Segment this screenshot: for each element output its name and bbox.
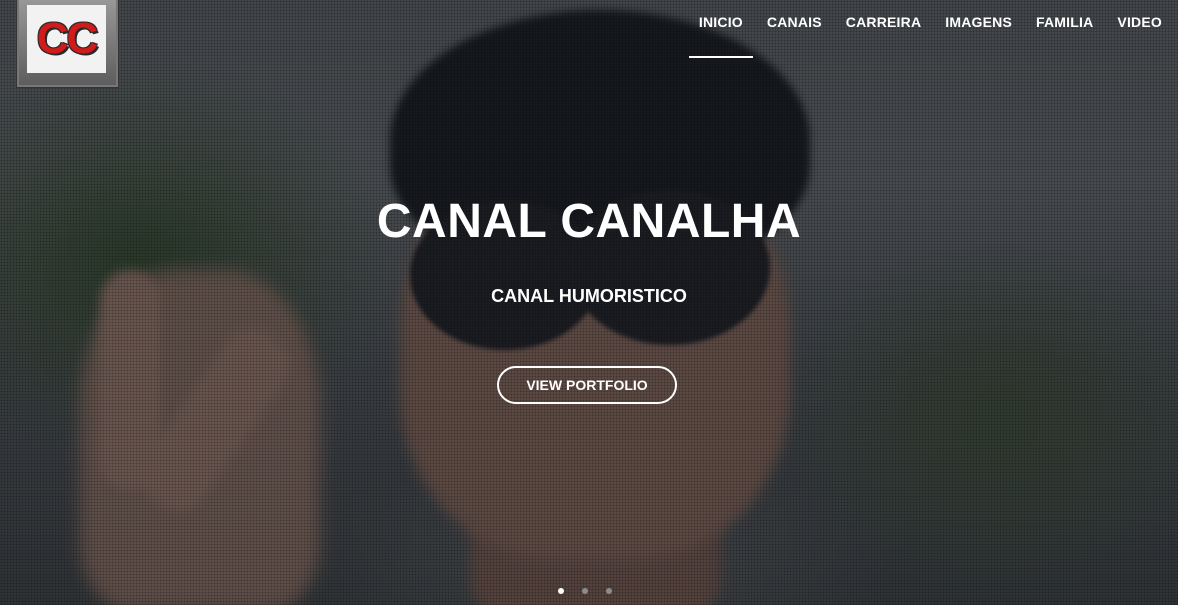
site-logo[interactable]: CC xyxy=(16,0,119,88)
view-portfolio-button[interactable]: VIEW PORTFOLIO xyxy=(497,366,677,404)
nav-item-carreira[interactable]: CARREIRA xyxy=(846,14,922,30)
nav-item-familia[interactable]: FAMILIA xyxy=(1036,14,1093,30)
slider-pagination xyxy=(558,588,612,594)
nav-item-imagens[interactable]: IMAGENS xyxy=(945,14,1012,30)
slider-dot-2[interactable] xyxy=(582,588,588,594)
slider-dot-1[interactable] xyxy=(558,588,564,594)
cc-logo-icon: CC xyxy=(27,5,106,73)
nav-item-canais[interactable]: CANAIS xyxy=(767,14,822,30)
slider-dot-3[interactable] xyxy=(606,588,612,594)
nav-item-inicio[interactable]: INICIO xyxy=(688,14,753,58)
main-navigation: INICIO CANAIS CARREIRA IMAGENS FAMILIA V… xyxy=(688,14,1162,58)
hero-title: CANAL CANALHA xyxy=(376,195,802,248)
logo-text: CC xyxy=(36,14,99,63)
nav-item-video[interactable]: VIDEO xyxy=(1117,14,1162,30)
hero-subtitle: CANAL HUMORISTICO xyxy=(491,286,687,306)
